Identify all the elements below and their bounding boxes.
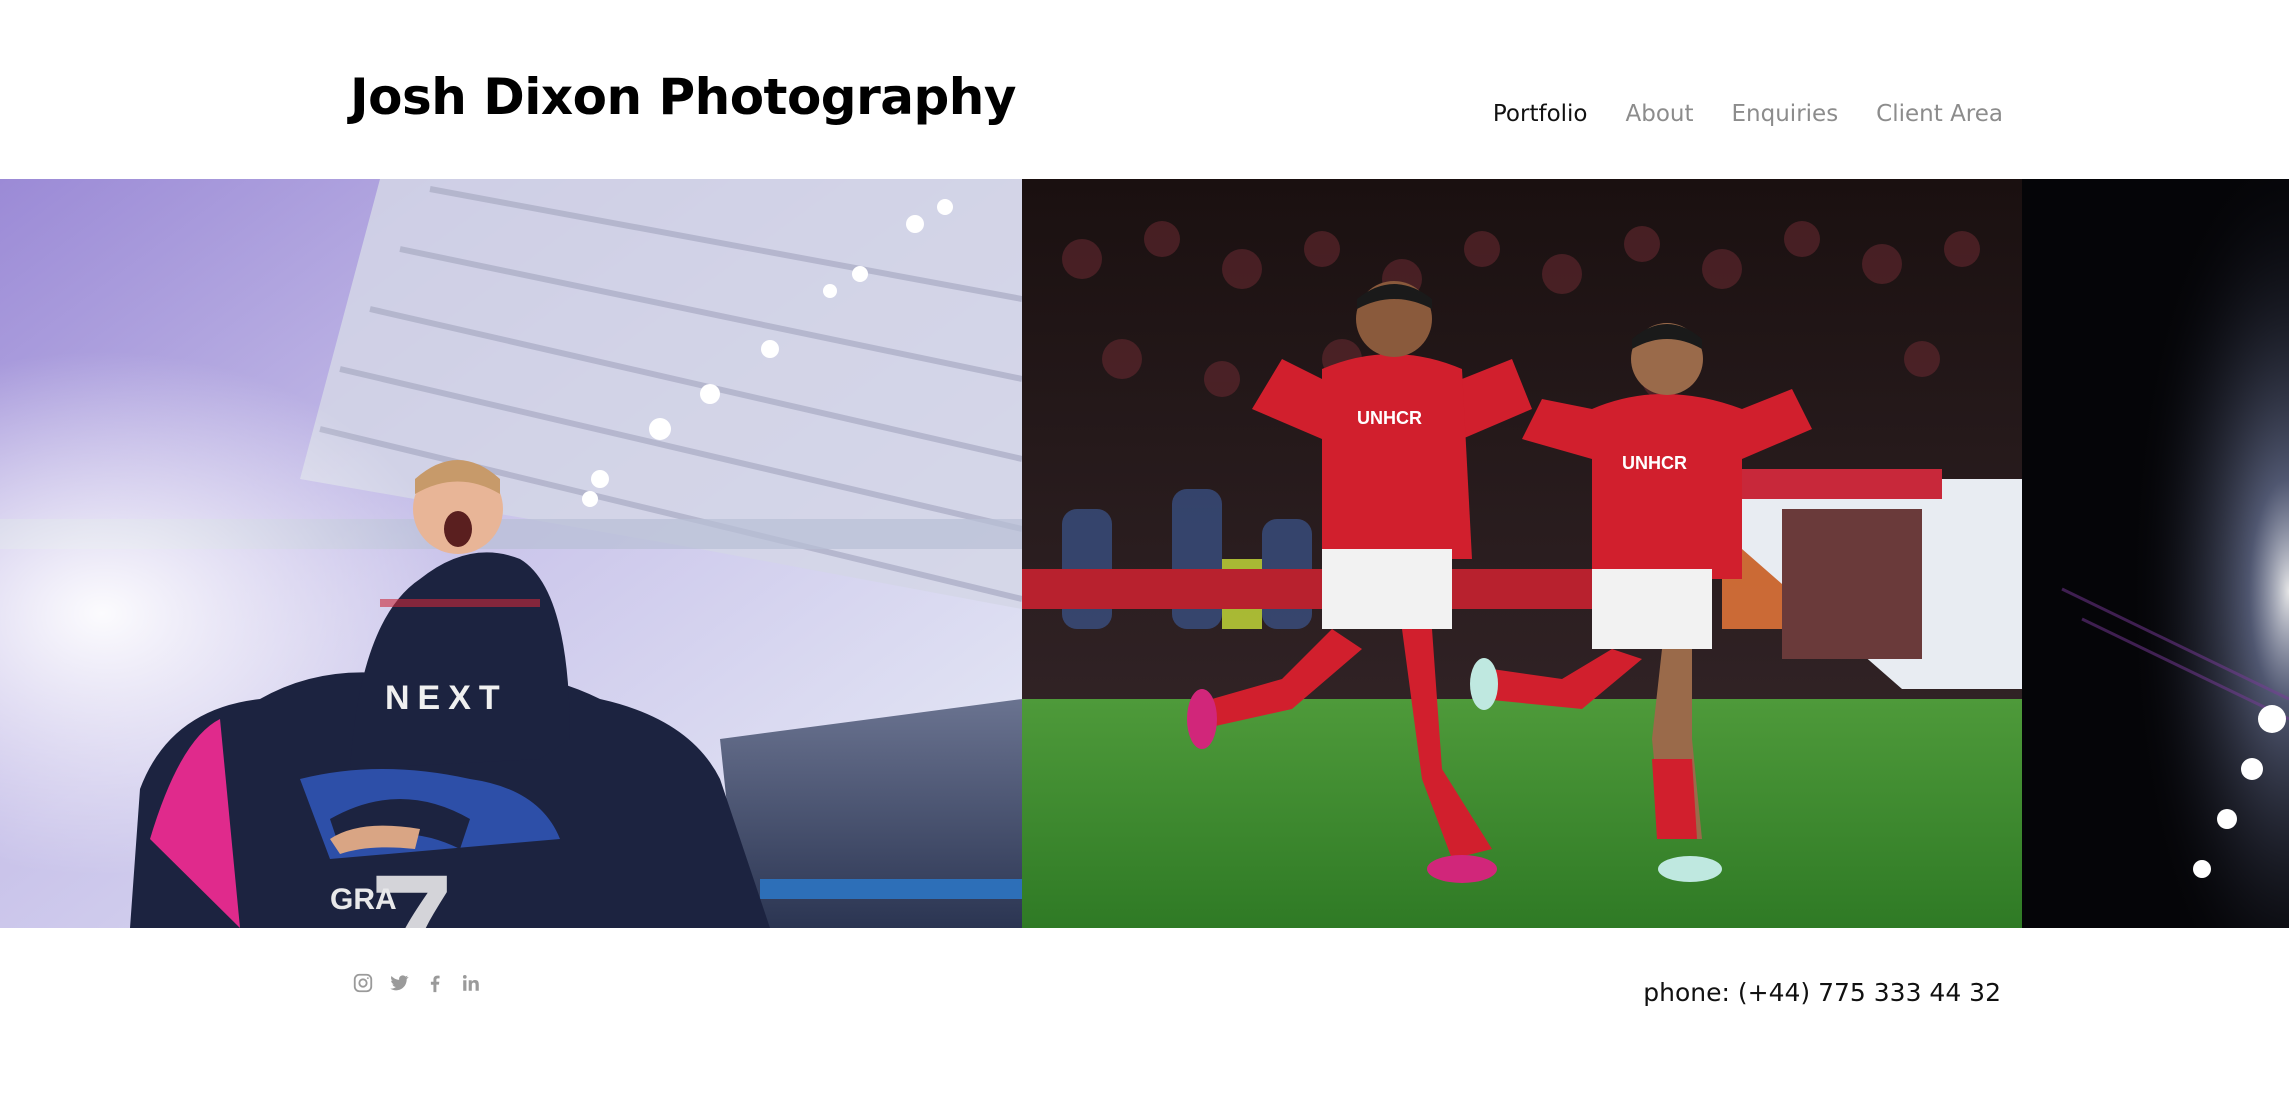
nav-item-client-area[interactable]: Client Area bbox=[1876, 103, 2003, 126]
nav-item-enquiries[interactable]: Enquiries bbox=[1732, 103, 1839, 126]
site-header: Josh Dixon Photography Portfolio About E… bbox=[0, 0, 2289, 179]
site-title[interactable]: Josh Dixon Photography bbox=[350, 72, 1016, 122]
nav-item-portfolio[interactable]: Portfolio bbox=[1493, 103, 1588, 126]
instagram-icon[interactable] bbox=[352, 972, 374, 994]
svg-text:UNHCR: UNHCR bbox=[1357, 408, 1422, 428]
players-group-celebration-photo[interactable]: 7 GRA NEXT bbox=[0, 179, 1022, 928]
nav-item-about[interactable]: About bbox=[1626, 103, 1694, 126]
linkedin-icon[interactable] bbox=[460, 972, 482, 994]
main-nav: Portfolio About Enquiries Client Area bbox=[1493, 103, 2003, 126]
floodlights-night-photo[interactable] bbox=[2022, 179, 2289, 928]
svg-text:GRA: GRA bbox=[330, 883, 397, 916]
svg-text:NEXT: NEXT bbox=[385, 679, 508, 717]
phone-number: phone: (+44) 775 333 44 32 bbox=[1643, 978, 2001, 1007]
two-players-celebrating-photo[interactable]: UNHCR UNHCR bbox=[1022, 179, 2022, 928]
twitter-icon[interactable] bbox=[388, 972, 410, 994]
facebook-icon[interactable] bbox=[424, 972, 446, 994]
photo-gallery[interactable]: 7 GRA NEXT UNHCR UNHCR bbox=[0, 179, 2289, 928]
site-footer: phone: (+44) 775 333 44 32 bbox=[0, 928, 2289, 1116]
svg-text:UNHCR: UNHCR bbox=[1622, 453, 1687, 473]
social-links bbox=[352, 972, 482, 994]
